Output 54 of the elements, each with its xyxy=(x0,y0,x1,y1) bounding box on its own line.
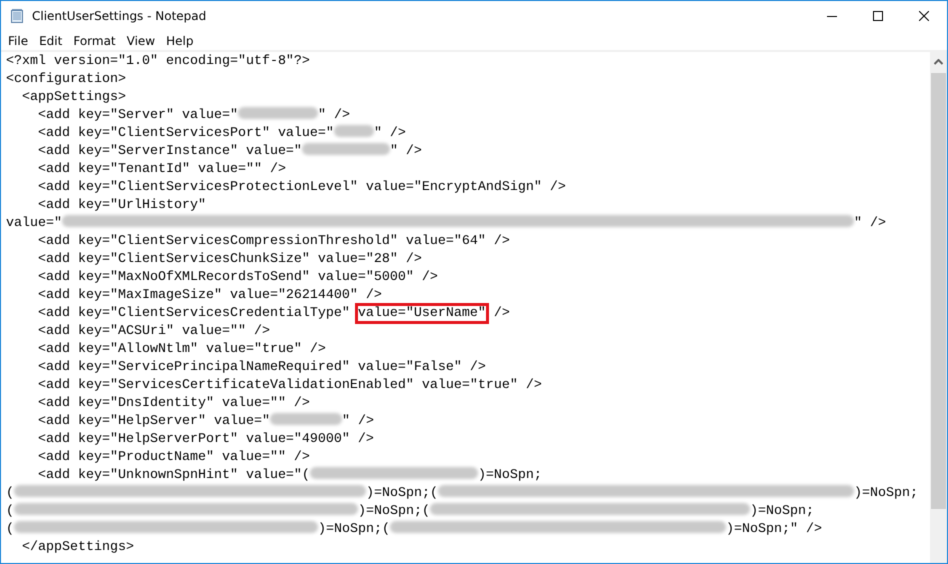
menu-item[interactable]: File xyxy=(3,34,34,48)
code-text: <add key="HelpServerPort" value="49000" /> xyxy=(36,432,374,447)
code-text: ( xyxy=(6,504,14,519)
code-text: " /> xyxy=(854,216,886,231)
code-text: )=NoSpn; xyxy=(478,468,542,483)
code-text: <add key="HelpServer" value=" xyxy=(36,414,270,429)
code-text: <add key="ClientServicesPort" value=" xyxy=(36,126,334,141)
code-text: <add key="TenantId" value="" /> xyxy=(36,162,286,177)
scrollbar[interactable] xyxy=(930,52,947,563)
scroll-up-icon[interactable] xyxy=(934,59,943,65)
code-text: <add key="ClientServicesCompressionThreshold" value="64" /> xyxy=(36,234,510,249)
code-text: " /> xyxy=(318,108,350,123)
code-text: <add key="ServerInstance" value=" xyxy=(36,144,302,159)
code-text: <add key="MaxImageSize" value="26214400" /> xyxy=(36,288,382,303)
code-text: <add key="ServicePrincipalNameRequired" value="False" /> xyxy=(36,360,486,375)
code-text: <add key="ACSUri" value="" /> xyxy=(36,324,270,339)
code-text: )=NoSpn;( xyxy=(318,522,390,537)
code-text: value=" xyxy=(6,216,62,231)
close-icon xyxy=(919,11,929,21)
menu-item[interactable]: View xyxy=(122,34,162,48)
code-text: " /> xyxy=(342,414,374,429)
code-text: <add key="ClientServicesProtectionLevel" value="EncryptAndSign" /> xyxy=(36,180,566,195)
code-text: )=NoSpn;" /> xyxy=(726,522,822,537)
code-text: )=NoSpn;( xyxy=(358,504,430,519)
maximize-icon xyxy=(873,11,883,21)
code-text: )=NoSpn; xyxy=(750,504,814,519)
code-text: ( xyxy=(6,486,14,501)
code-text: <?xml version="1.0" encoding="utf-8"?> xyxy=(6,54,310,69)
menu-item[interactable]: Edit xyxy=(34,34,68,48)
window-title: ClientUserSettings - Notepad xyxy=(32,9,208,23)
code-text: <add key="ClientServicesCredentialType" xyxy=(36,306,351,321)
code-text: </appSettings> xyxy=(20,540,134,555)
code-text: <add key="ProductName" value="" /> xyxy=(36,450,310,465)
code-text: <configuration> xyxy=(6,72,126,87)
code-text: <add key="ServicesCertificateValidationEnabled" value="true" /> xyxy=(36,378,542,393)
code-text: <add key="UrlHistory" xyxy=(36,198,206,213)
redaction-blur xyxy=(334,125,374,137)
menu-item[interactable]: Help xyxy=(161,34,200,48)
menu-item[interactable]: Format xyxy=(68,34,122,48)
code-text: )=NoSpn; xyxy=(854,486,918,501)
code-text: <add key="DnsIdentity" value="" /> xyxy=(36,396,310,411)
code-text: )=NoSpn;( xyxy=(366,486,438,501)
code-text: /> xyxy=(492,306,510,321)
code-text: <add key="MaxNoOfXMLRecordsToSend" value="5000" /> xyxy=(36,270,438,285)
code-text: <add key="ClientServicesChunkSize" value="28" /> xyxy=(36,252,422,267)
code-text: <add key="Server" value=" xyxy=(36,108,238,123)
code-text: ( xyxy=(6,522,14,537)
code-text: <add key="UnknownSpnHint" value="( xyxy=(36,468,310,483)
code-text: " /> xyxy=(374,126,406,141)
code-text: <add key="AllowNtlm" value="true" /> xyxy=(36,342,326,357)
code-text: " /> xyxy=(390,144,422,159)
highlighted-text: value="UserName" xyxy=(358,306,486,321)
code-text: <appSettings> xyxy=(20,90,126,105)
notepad-icon xyxy=(9,8,25,24)
